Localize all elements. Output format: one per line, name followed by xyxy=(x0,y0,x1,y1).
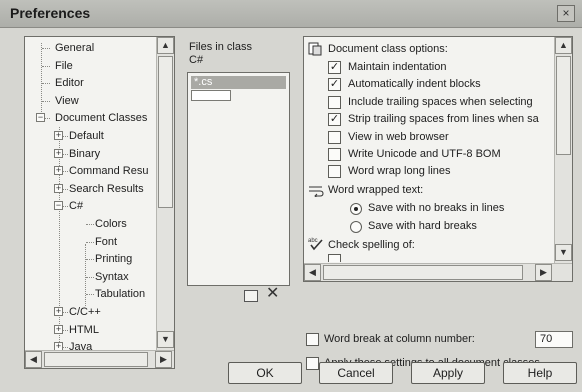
word-break-column-field[interactable]: 70 xyxy=(535,331,573,348)
files-in-class-label: Files in class C# xyxy=(189,41,252,67)
tree-item[interactable]: Default xyxy=(69,129,104,143)
ok-button[interactable]: OK xyxy=(228,362,302,384)
option-label: Maintain indentation xyxy=(348,61,447,73)
option-checkbox[interactable] xyxy=(328,95,341,109)
options-vertical-scrollbar[interactable]: ▲ ▼ xyxy=(554,37,572,263)
tree-item[interactable]: C# xyxy=(69,199,83,213)
scroll-thumb[interactable] xyxy=(158,56,173,208)
expand-icon[interactable]: + xyxy=(54,166,63,176)
scroll-down-icon[interactable]: ▼ xyxy=(555,244,572,261)
spelling-header: Check spelling of: xyxy=(328,239,415,251)
option-label: View in web browser xyxy=(348,130,449,143)
option-checkbox[interactable] xyxy=(328,148,341,161)
collapse-icon[interactable]: − xyxy=(36,113,45,123)
save-mode-radio[interactable] xyxy=(350,203,362,215)
scroll-thumb-horizontal[interactable] xyxy=(44,352,148,367)
scroll-down-icon[interactable]: ▼ xyxy=(157,331,174,348)
scroll-right-icon[interactable]: ▶ xyxy=(155,351,172,368)
tree-horizontal-scrollbar[interactable]: ◀ ▶ xyxy=(25,350,174,368)
tree-item[interactable]: Syntax xyxy=(95,270,129,284)
tree-connector xyxy=(86,241,94,243)
tree-connector xyxy=(86,259,94,261)
option-label: Write Unicode and UTF-8 BOM xyxy=(348,148,501,160)
tree-connector xyxy=(86,276,94,278)
files-label-line1: Files in class xyxy=(189,41,252,53)
cancel-button[interactable]: Cancel xyxy=(319,362,393,384)
scroll-left-icon[interactable]: ◀ xyxy=(25,351,42,368)
tree-guide-line xyxy=(41,43,42,116)
tree-connector xyxy=(86,294,94,296)
collapse-icon[interactable]: − xyxy=(54,201,63,211)
close-icon[interactable]: × xyxy=(557,5,575,22)
tree-connector xyxy=(42,100,50,102)
scroll-right-icon[interactable]: ▶ xyxy=(535,264,552,281)
scroll-thumb-horizontal[interactable] xyxy=(323,265,523,280)
tree-item[interactable]: C/C++ xyxy=(69,305,101,319)
scroll-thumb[interactable] xyxy=(556,56,571,155)
expand-icon[interactable]: + xyxy=(54,183,63,193)
expand-icon[interactable]: + xyxy=(54,324,63,334)
tree-item[interactable]: General xyxy=(55,41,94,55)
delete-icon[interactable]: ✕ xyxy=(266,286,279,302)
scroll-up-icon[interactable]: ▲ xyxy=(157,37,174,54)
option-checkbox[interactable] xyxy=(328,130,341,144)
tree-item[interactable]: Binary xyxy=(69,147,100,161)
tree-item[interactable]: HTML xyxy=(69,323,99,337)
option-label: Include trailing spaces when selecting xyxy=(348,95,533,108)
option-label: Automatically indent blocks xyxy=(348,78,481,91)
tree-item[interactable]: Colors xyxy=(95,217,127,231)
tree-item[interactable]: Tabulation xyxy=(95,287,145,301)
tree-item[interactable]: Printing xyxy=(95,252,132,266)
spell-check-icon: abc xyxy=(308,236,324,253)
tree-item[interactable]: View xyxy=(55,94,79,108)
option-checkbox[interactable]: ✓ xyxy=(328,61,341,74)
word-wrapped-header: Word wrapped text: xyxy=(328,184,424,196)
document-options-icon xyxy=(308,42,322,58)
word-break-label: Word break at column number: xyxy=(324,333,475,345)
tree-connector xyxy=(86,224,94,225)
option-checkbox[interactable]: ✓ xyxy=(328,78,341,92)
save-mode-label: Save with no breaks in lines xyxy=(368,202,505,214)
options-header: Document class options: xyxy=(328,43,448,55)
apply-all-checkbox[interactable] xyxy=(306,357,319,370)
option-label: Word wrap long lines xyxy=(348,165,451,178)
save-mode-radio[interactable] xyxy=(350,221,362,233)
divider xyxy=(188,322,290,323)
document-class-options-panel[interactable]: Document class options: ✓ Maintain indent… xyxy=(303,36,573,282)
scroll-up-icon[interactable]: ▲ xyxy=(555,37,572,54)
apply-button[interactable]: Apply xyxy=(411,362,485,384)
tree-guide-line xyxy=(85,244,86,306)
option-label: Strip trailing spaces from lines when sa xyxy=(348,113,539,126)
tree-item[interactable]: Font xyxy=(95,235,117,249)
option-checkbox[interactable] xyxy=(328,165,341,179)
files-list[interactable]: *.cs xyxy=(187,72,290,286)
help-button[interactable]: Help xyxy=(503,362,577,384)
word-break-checkbox[interactable] xyxy=(306,333,319,346)
tree-vertical-scrollbar[interactable]: ▲ ▼ xyxy=(156,37,174,350)
preferences-tree[interactable]: General File Editor View − Document Classes + D… xyxy=(24,36,175,369)
option-checkbox[interactable]: ✓ xyxy=(328,113,341,127)
save-mode-label: Save with hard breaks xyxy=(368,220,477,232)
spelling-checkbox-partial[interactable] xyxy=(328,254,341,262)
expand-icon[interactable]: + xyxy=(54,148,63,158)
svg-text:abc: abc xyxy=(308,238,318,244)
tree-item[interactable]: File xyxy=(55,59,73,73)
tree-item[interactable]: Document Classes xyxy=(55,111,147,125)
tree-item[interactable]: Command Resu xyxy=(69,164,148,178)
files-label-line2: C# xyxy=(189,54,204,66)
file-pattern-item[interactable]: *.cs xyxy=(191,76,286,89)
expand-icon[interactable]: + xyxy=(54,307,63,316)
tree-item[interactable]: Search Results xyxy=(69,182,144,196)
window-title: Preferences xyxy=(10,5,91,21)
expand-icon[interactable]: + xyxy=(54,131,63,140)
tree-connector xyxy=(42,65,50,67)
tree-connector xyxy=(42,48,50,49)
scroll-left-icon[interactable]: ◀ xyxy=(304,264,321,281)
new-file-icon[interactable] xyxy=(244,290,258,302)
options-horizontal-scrollbar[interactable]: ◀ ▶ xyxy=(304,263,572,281)
file-pattern-edit-field[interactable] xyxy=(191,90,231,101)
tree-connector xyxy=(42,83,50,85)
word-wrap-icon xyxy=(308,185,324,199)
tree-item[interactable]: Editor xyxy=(55,76,84,90)
